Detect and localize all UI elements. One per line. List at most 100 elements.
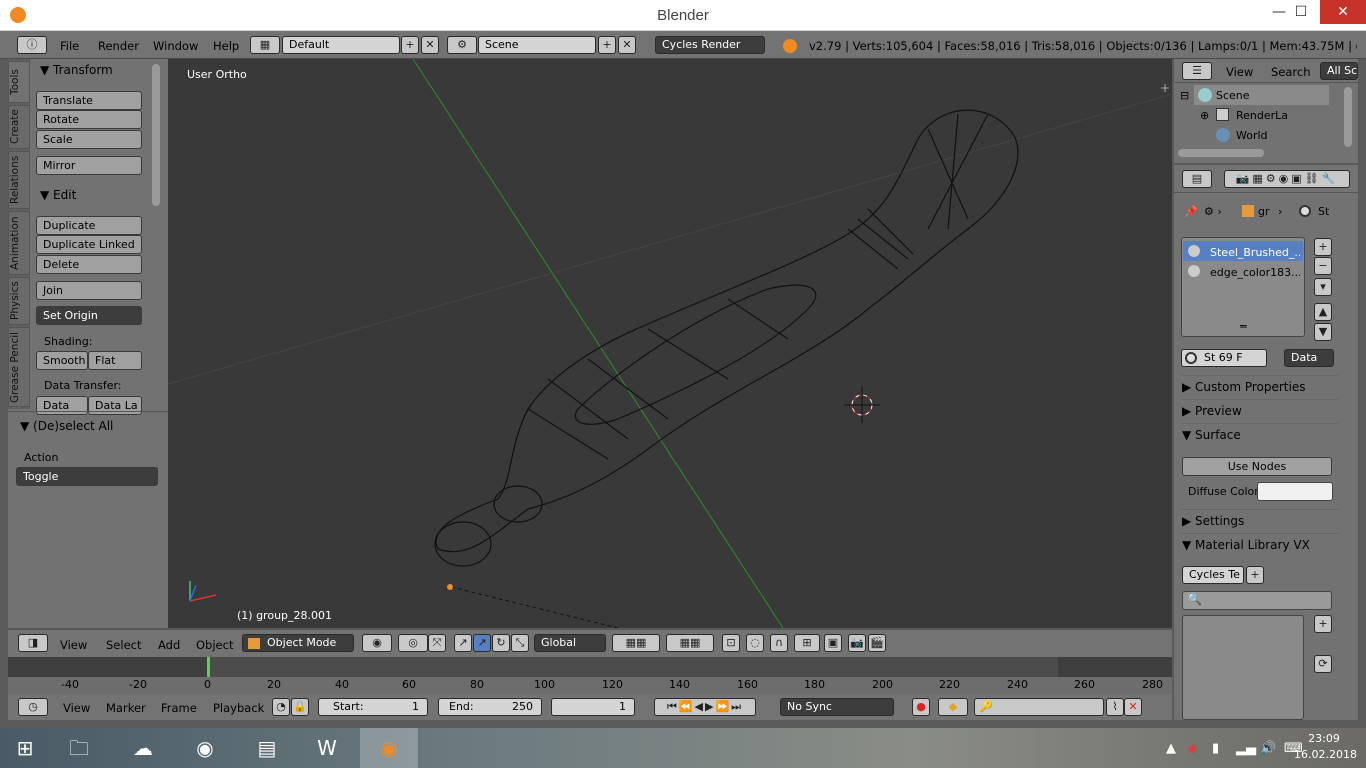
start-frame-field[interactable]: Start: 1 xyxy=(318,698,428,716)
system-clock[interactable]: 23:09 16.02.2018 xyxy=(1294,732,1357,761)
menu-search[interactable]: Search xyxy=(1271,65,1311,79)
menu-marker[interactable]: Marker xyxy=(106,701,146,715)
snap-element-icon[interactable]: ⊞ xyxy=(794,634,820,652)
action-dropdown[interactable]: Toggle xyxy=(16,467,158,486)
render-engine-selector[interactable]: Cycles Render xyxy=(655,36,765,54)
diffuse-color-swatch[interactable] xyxy=(1257,482,1333,501)
playback-controls[interactable]: ⏮⏪◀▶⏩⏭ xyxy=(654,698,756,716)
menu-window[interactable]: Window xyxy=(153,39,198,53)
transform-panel-header[interactable]: ▼ Transform xyxy=(40,63,113,77)
volume-icon[interactable]: 🔊 xyxy=(1260,741,1276,756)
add-scene-button[interactable]: + xyxy=(598,36,616,54)
layers-grid-2-icon[interactable]: ▦▦ xyxy=(666,634,714,652)
windows-start-icon[interactable]: ⊞ xyxy=(0,728,50,768)
timeline[interactable]: -40 -20 0 20 40 60 80 100 120 140 160 18… xyxy=(8,657,1172,694)
flat-button[interactable]: Flat xyxy=(88,351,142,370)
outliner-filter-selector[interactable]: All Sce xyxy=(1320,62,1358,80)
layout-selector[interactable]: Default xyxy=(282,36,400,54)
menu-object[interactable]: Object xyxy=(196,638,233,652)
tray-app-icon[interactable]: ◈ xyxy=(1188,741,1198,756)
network-icon[interactable]: ▂▄ xyxy=(1236,741,1256,756)
link-mode-selector[interactable]: Data xyxy=(1284,349,1334,367)
lock-range-icon[interactable]: 🔒 xyxy=(291,698,309,716)
library-search-field[interactable]: 🔍 xyxy=(1182,591,1332,610)
preview-panel[interactable]: ▶ Preview xyxy=(1182,399,1338,421)
keying-set-field[interactable]: 🔑 xyxy=(974,698,1104,716)
close-button[interactable]: ✕ xyxy=(1320,0,1366,24)
remove-scene-button[interactable]: ✕ xyxy=(618,36,636,54)
outliner-editor-icon[interactable]: ☰ xyxy=(1182,62,1212,80)
outliner-hscrollbar[interactable] xyxy=(1178,149,1264,157)
chrome-icon[interactable]: ◉ xyxy=(176,728,234,768)
layout-icon[interactable]: ▦ xyxy=(250,36,280,54)
scale-button[interactable]: Scale xyxy=(36,130,142,149)
toolshelf-scrollbar[interactable] xyxy=(152,64,160,206)
move-down-icon[interactable]: ▼ xyxy=(1314,323,1332,341)
delete-key-icon[interactable]: ✕ xyxy=(1124,698,1142,716)
menu-select[interactable]: Select xyxy=(106,638,141,652)
breadcrumb-object[interactable]: gr xyxy=(1258,205,1270,218)
material-specials-icon[interactable]: ▾ xyxy=(1314,278,1332,296)
cloud-upload-icon[interactable]: ☁ xyxy=(114,728,172,768)
snap-icon[interactable]: ∩ xyxy=(770,634,788,652)
tab-tools[interactable]: Tools xyxy=(8,61,30,103)
keyframe-icon[interactable]: ◆ xyxy=(938,698,968,716)
scene-icon[interactable]: ⚙ xyxy=(447,36,477,54)
scale-manipulator-icon[interactable]: ⤡ xyxy=(511,634,529,652)
menu-render[interactable]: Render xyxy=(98,39,139,53)
pin-icon[interactable]: 📌 xyxy=(1184,205,1198,218)
current-frame-marker[interactable] xyxy=(207,657,210,677)
3d-viewport[interactable]: User Ortho (1) group_28.001 + xyxy=(168,59,1172,628)
operator-panel-header[interactable]: ▼ (De)select All xyxy=(20,419,113,433)
library-add-icon[interactable]: + xyxy=(1314,615,1332,633)
add-library-button[interactable]: + xyxy=(1246,566,1264,584)
join-button[interactable]: Join xyxy=(36,281,142,300)
lock-icon[interactable]: ⊡ xyxy=(722,634,740,652)
menu-file[interactable]: File xyxy=(60,39,79,53)
menu-view[interactable]: View xyxy=(1226,65,1253,79)
viewport-canvas[interactable] xyxy=(168,59,1172,628)
translate-manipulator-icon[interactable]: ↗ xyxy=(454,634,472,652)
set-origin-dropdown[interactable]: Set Origin xyxy=(36,306,142,325)
insert-key-icon[interactable]: ⌇ xyxy=(1106,698,1124,716)
tab-animation[interactable]: Animation xyxy=(8,211,30,275)
custom-properties-panel[interactable]: ▶ Custom Properties xyxy=(1182,375,1338,397)
duplicate-button[interactable]: Duplicate xyxy=(36,216,142,235)
end-frame-field[interactable]: End: 250 xyxy=(438,698,542,716)
maximize-button[interactable]: ☐ xyxy=(1278,0,1324,24)
render-icon[interactable]: ▣ xyxy=(824,634,842,652)
clapper-icon[interactable]: 🎬 xyxy=(868,634,886,652)
camera-icon[interactable]: 📷 xyxy=(848,634,866,652)
manipulator-icon[interactable]: ⤧ xyxy=(428,634,446,652)
properties-context-tabs[interactable]: 📷▦⚙◉▣⛓🔧 xyxy=(1224,170,1350,188)
settings-panel[interactable]: ▶ Settings xyxy=(1182,509,1338,531)
translate-button[interactable]: Translate xyxy=(36,91,142,110)
data-layout-button[interactable]: Data La xyxy=(88,396,142,415)
editor-type-icon[interactable]: ◨ xyxy=(18,634,48,652)
tab-grease-pencil[interactable]: Grease Pencil xyxy=(8,327,30,407)
delete-button[interactable]: Delete xyxy=(36,255,142,274)
remove-material-slot-button[interactable]: − xyxy=(1314,257,1332,275)
mirror-button[interactable]: Mirror xyxy=(36,156,142,175)
menu-view[interactable]: View xyxy=(63,701,90,715)
menu-playback[interactable]: Playback xyxy=(213,701,264,715)
move-up-icon[interactable]: ▲ xyxy=(1314,303,1332,321)
outliner-item-renderlayer[interactable]: RenderLa xyxy=(1236,109,1288,122)
current-frame-field[interactable]: 1 xyxy=(551,698,635,716)
file-explorer-icon[interactable]: 🗀 xyxy=(50,728,108,768)
clock-icon[interactable]: ◷ xyxy=(18,698,48,716)
remove-layout-button[interactable]: ✕ xyxy=(421,36,439,54)
smooth-button[interactable]: Smooth xyxy=(36,351,88,370)
properties-editor-icon[interactable]: ▤ xyxy=(1182,170,1212,188)
menu-add[interactable]: Add xyxy=(158,638,180,652)
power-icon[interactable]: ▮ xyxy=(1212,741,1219,756)
tab-physics[interactable]: Physics xyxy=(8,277,30,325)
duplicate-linked-button[interactable]: Duplicate Linked xyxy=(36,235,142,254)
outliner-item-scene[interactable]: Scene xyxy=(1216,89,1250,102)
menu-frame[interactable]: Frame xyxy=(161,701,197,715)
collapse-icon[interactable]: ⊟ xyxy=(1180,89,1189,102)
outliner-scrollbar[interactable] xyxy=(1344,87,1352,147)
expand-icon[interactable]: ⊕ xyxy=(1200,109,1209,122)
transform-orientation-selector[interactable]: Global xyxy=(534,634,606,652)
info-editor-icon[interactable]: ⓘ xyxy=(17,36,47,54)
